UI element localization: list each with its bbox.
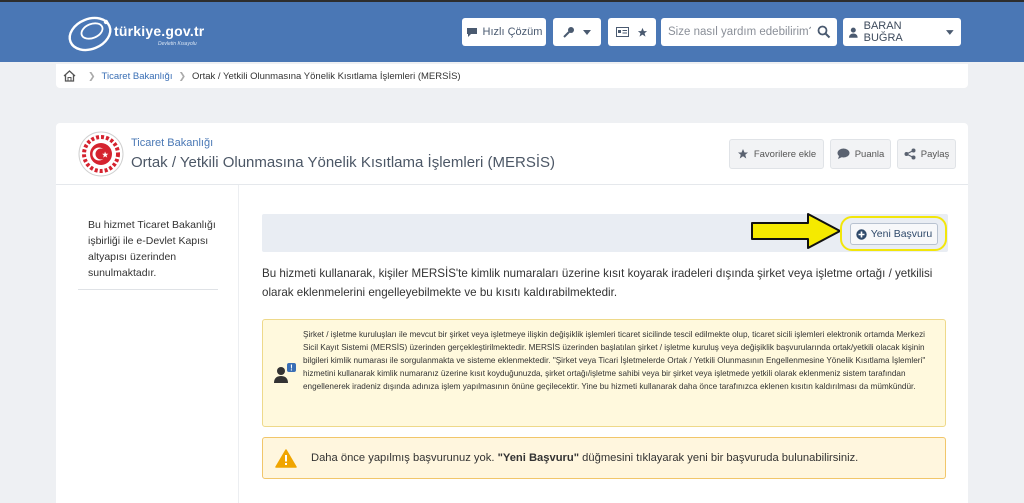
user-icon <box>849 27 858 38</box>
home-icon[interactable] <box>63 70 76 82</box>
breadcrumb: ❯ Ticaret Bakanlığı ❯ Ortak / Yetkili Ol… <box>56 64 968 88</box>
turkiye-gov-logo[interactable]: türkiye.gov.tr Devletin Kısayolu <box>66 14 226 54</box>
chevron-down-icon <box>583 29 591 35</box>
page-title: Ortak / Yetkili Olunmasına Yönelik Kısıt… <box>131 154 556 171</box>
search-icon[interactable] <box>817 25 831 39</box>
warning-icon <box>275 448 297 468</box>
warning-text: Daha önce yapılmış başvurunuz yok. "Yeni… <box>311 452 858 464</box>
rate-button[interactable]: Puanla <box>830 139 891 169</box>
logo-emblem-icon <box>68 16 112 52</box>
warning-text-prefix: Daha önce yapılmış başvurunuz yok. <box>311 452 498 464</box>
breadcrumb-separator: ❯ <box>178 70 187 81</box>
quick-solution-button[interactable]: Hızlı Çözüm <box>462 18 546 46</box>
new-application-label: Yeni Başvuru <box>870 228 933 240</box>
share-icon <box>904 148 916 160</box>
rate-label: Puanla <box>854 148 885 160</box>
star-icon <box>637 27 648 37</box>
comment-icon <box>837 148 850 159</box>
chevron-down-icon <box>946 29 954 35</box>
ministry-name[interactable]: Ticaret Bakanlığı <box>131 137 213 149</box>
service-header: Ticaret Bakanlığı Ortak / Yetkili Olunma… <box>56 123 968 185</box>
add-favorite-button[interactable]: Favorilere ekle <box>729 139 824 169</box>
yellow-arrow-annotation <box>751 213 841 249</box>
id-card-icon <box>616 27 629 37</box>
add-favorite-label: Favorilere ekle <box>753 148 817 160</box>
svg-text:!: ! <box>290 364 293 373</box>
sidebar-info-text: Bu hizmet Ticaret Bakanlığı işbirliği il… <box>88 219 216 279</box>
share-button[interactable]: Paylaş <box>897 139 956 169</box>
logo-text: türkiye.gov.tr <box>114 23 205 39</box>
search-input[interactable] <box>661 18 811 46</box>
new-application-button[interactable]: Yeni Başvuru <box>850 223 938 245</box>
info-notice: ! Şirket / işletme kuruluşları ile mevcu… <box>262 319 946 427</box>
info-notice-text: Şirket / işletme kuruluşları ile mevcut … <box>303 330 926 391</box>
warning-text-suffix: düğmesini tıklayarak yeni bir başvuruda … <box>579 452 859 464</box>
service-card: Ticaret Bakanlığı Ortak / Yetkili Olunma… <box>56 123 968 503</box>
sidebar-divider <box>78 289 218 290</box>
key-icon <box>563 27 574 38</box>
breadcrumb-current: Ortak / Yetkili Olunmasına Yönelik Kısıt… <box>192 70 461 82</box>
search-box <box>661 18 837 46</box>
plus-circle-icon <box>856 228 867 240</box>
chat-bubble-icon <box>466 27 477 37</box>
card-favorites-button[interactable] <box>608 18 656 46</box>
user-menu-button[interactable]: BARAN BUĞRA <box>843 18 961 46</box>
ministry-emblem-icon <box>78 131 124 177</box>
user-info-icon: ! <box>274 363 296 383</box>
service-intro-text: Bu hizmeti kullanarak, kişiler MERSİS'te… <box>262 267 933 299</box>
quick-solution-label: Hızlı Çözüm <box>482 26 543 38</box>
key-menu-button[interactable] <box>553 18 601 46</box>
top-header: türkiye.gov.tr Devletin Kısayolu Hızlı Ç… <box>0 0 1024 62</box>
breadcrumb-separator: ❯ <box>88 70 96 81</box>
user-name: BARAN BUĞRA <box>863 20 903 44</box>
share-label: Paylaş <box>920 148 950 160</box>
logo-tagline: Devletin Kısayolu <box>158 41 197 47</box>
star-icon <box>737 149 748 159</box>
warning-text-bold: "Yeni Başvuru" <box>497 452 580 464</box>
breadcrumb-ministry-link[interactable]: Ticaret Bakanlığı <box>102 71 173 82</box>
no-application-warning: Daha önce yapılmış başvurunuz yok. "Yeni… <box>262 437 946 479</box>
